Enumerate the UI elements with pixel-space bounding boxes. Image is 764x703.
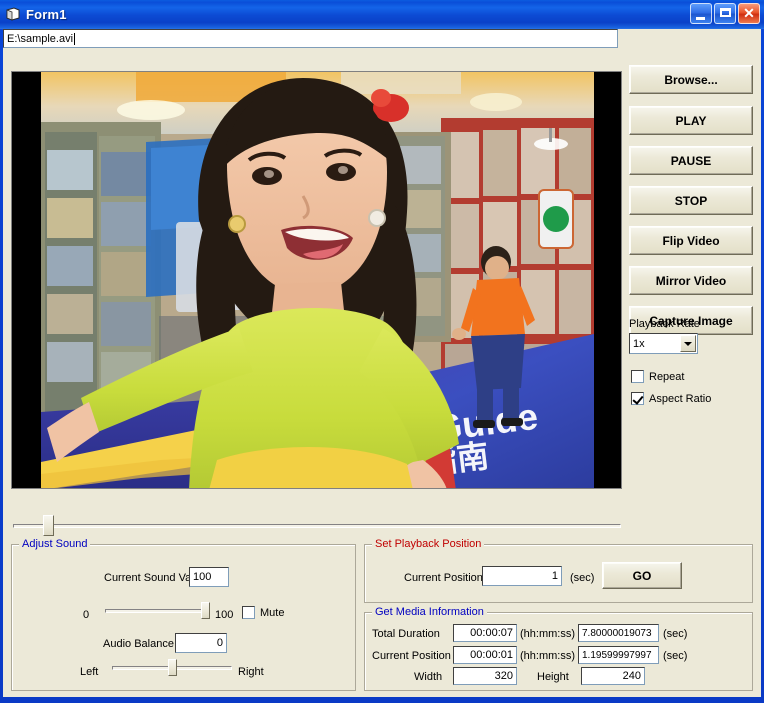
maximize-button[interactable] [714,3,736,24]
play-button[interactable]: PLAY [629,106,753,135]
window-title: Form1 [26,7,67,22]
stop-button-label: STOP [674,193,708,208]
current-position-hms-input[interactable]: 00:00:01 [453,646,517,664]
window-frame: Form1 ✕ E:\sample.avi Browse... PLAY PAU… [0,0,764,703]
close-button[interactable]: ✕ [738,3,760,24]
current-position-seconds-input[interactable]: 1.19599997997 [578,646,659,664]
set-position-label: Current Position [404,572,483,584]
audio-balance-value: 0 [216,637,223,649]
mirror-video-button-label: Mirror Video [655,273,727,288]
maximize-icon [720,8,731,17]
aspect-ratio-label: Aspect Ratio [649,392,712,405]
playback-rate-label: Playback Rate [629,318,700,330]
current-position-unit-hms: (hh:mm:ss) [520,650,575,662]
current-sound-value: 100 [193,571,212,583]
form-window-icon [5,7,21,22]
go-button[interactable]: GO [602,562,682,589]
repeat-label: Repeat [649,370,685,383]
pause-button-label: PAUSE [670,153,712,168]
chevron-down-icon[interactable] [680,335,696,352]
total-duration-hms-input[interactable]: 00:00:07 [453,624,517,642]
set-playback-position-title: Set Playback Position [372,538,485,550]
balance-slider[interactable] [112,657,232,679]
pause-button[interactable]: PAUSE [629,146,753,175]
aspect-ratio-checkbox[interactable] [631,392,644,405]
volume-slider[interactable] [105,600,210,622]
seek-slider[interactable] [13,515,621,537]
video-scene-graphic: Store Guide 店舗指南 [41,72,594,488]
playback-rate-value: 1x [633,337,645,350]
width-label: Width [414,671,443,683]
file-path-input[interactable]: E:\sample.avi [3,29,618,48]
go-button-label: GO [632,568,652,583]
total-duration-unit-sec: (sec) [663,628,688,640]
current-sound-value-input[interactable]: 100 [189,567,229,587]
browse-button-label: Browse... [664,72,718,87]
file-path-value: E:\sample.avi [7,32,74,45]
volume-slider-thumb[interactable] [201,602,210,619]
video-scene: Store Guide 店舗指南 [41,72,594,488]
width-value: 320 [494,670,513,682]
title-bar[interactable]: Form1 ✕ [0,0,764,29]
repeat-checkbox-row[interactable]: Repeat [631,370,684,383]
mirror-video-button[interactable]: Mirror Video [629,266,753,295]
window-controls: ✕ [690,3,760,24]
volume-slider-rail [105,609,210,613]
minimize-button[interactable] [690,3,712,24]
client-area: E:\sample.avi Browse... PLAY PAUSE STOP … [3,29,761,697]
current-position-unit-sec: (sec) [663,650,688,662]
current-position-seconds: 1.19599997997 [582,649,652,661]
minimize-icon [696,17,705,20]
mute-label: Mute [260,606,285,619]
play-button-label: PLAY [675,113,707,128]
application-window: Form1 ✕ E:\sample.avi Browse... PLAY PAU… [0,0,764,703]
flip-video-button-label: Flip Video [662,233,720,248]
volume-max-label: 100 [215,609,234,621]
set-position-value: 1 [551,570,558,582]
volume-min-label: 0 [83,609,90,621]
repeat-checkbox[interactable] [631,370,644,383]
playback-rate-combo[interactable]: 1x [629,333,698,354]
seek-slider-rail [13,524,621,528]
close-icon: ✕ [743,5,755,21]
total-duration-seconds-input[interactable]: 7.80000019073 [578,624,659,642]
current-position-hms: 00:00:01 [470,649,513,661]
set-playback-position-group: Set Playback Position Current Position 1… [364,538,753,603]
get-media-information-title: Get Media Information [372,606,487,618]
video-display-panel[interactable]: Store Guide 店舗指南 [11,71,622,489]
get-media-information-group: Get Media Information Total Duration 00:… [364,606,753,691]
aspect-ratio-checkbox-row[interactable]: Aspect Ratio [631,392,711,405]
adjust-sound-group: Adjust Sound Current Sound Value 100 0 1… [11,538,356,691]
audio-balance-input[interactable]: 0 [175,633,227,653]
video-frame: Store Guide 店舗指南 [41,72,594,488]
audio-balance-label: Audio Balance [103,638,174,650]
mute-checkbox[interactable] [242,606,255,619]
total-duration-unit-hms: (hh:mm:ss) [520,628,575,640]
height-label: Height [537,671,569,683]
total-duration-hms: 00:00:07 [470,627,513,639]
flip-video-button[interactable]: Flip Video [629,226,753,255]
set-position-input[interactable]: 1 [482,566,562,586]
height-value: 240 [622,670,641,682]
mute-checkbox-row[interactable]: Mute [242,606,284,619]
total-duration-label: Total Duration [372,628,440,640]
set-position-unit: (sec) [570,572,595,584]
text-caret [74,32,76,45]
stop-button[interactable]: STOP [629,186,753,215]
browse-button[interactable]: Browse... [629,65,753,94]
current-position-label: Current Position [372,650,451,662]
balance-left-label: Left [80,666,99,678]
height-input[interactable]: 240 [581,667,645,685]
total-duration-seconds: 7.80000019073 [582,627,652,639]
adjust-sound-title: Adjust Sound [19,538,91,550]
width-input[interactable]: 320 [453,667,517,685]
seek-slider-thumb[interactable] [43,515,54,536]
balance-right-label: Right [238,666,264,678]
balance-slider-thumb[interactable] [168,659,177,676]
